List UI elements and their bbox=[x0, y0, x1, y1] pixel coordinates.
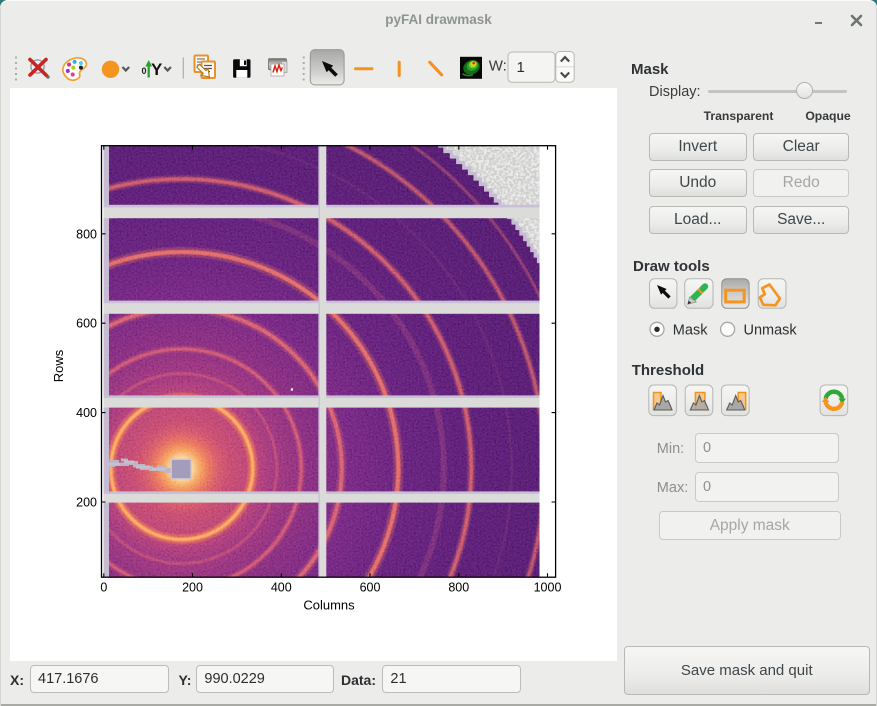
svg-text:600: 600 bbox=[360, 581, 381, 595]
svg-text:200: 200 bbox=[76, 496, 97, 510]
svg-text:400: 400 bbox=[271, 581, 292, 595]
svg-text:Y: Y bbox=[151, 60, 163, 79]
svg-text:400: 400 bbox=[76, 406, 97, 420]
svg-text:1: 1 bbox=[517, 59, 525, 76]
svg-text:Mask: Mask bbox=[673, 323, 708, 339]
svg-text:200: 200 bbox=[182, 581, 203, 595]
svg-text:W:: W: bbox=[489, 58, 507, 75]
svg-text:1000: 1000 bbox=[534, 581, 562, 595]
svg-text:600: 600 bbox=[76, 317, 97, 331]
svg-text:Unmask: Unmask bbox=[744, 323, 798, 339]
svg-text:800: 800 bbox=[76, 227, 97, 241]
svg-text:0: 0 bbox=[142, 66, 147, 76]
svg-text:800: 800 bbox=[448, 581, 469, 595]
svg-text:Columns: Columns bbox=[303, 598, 355, 613]
svg-text:Rows: Rows bbox=[51, 349, 66, 382]
svg-text:0: 0 bbox=[100, 581, 107, 595]
